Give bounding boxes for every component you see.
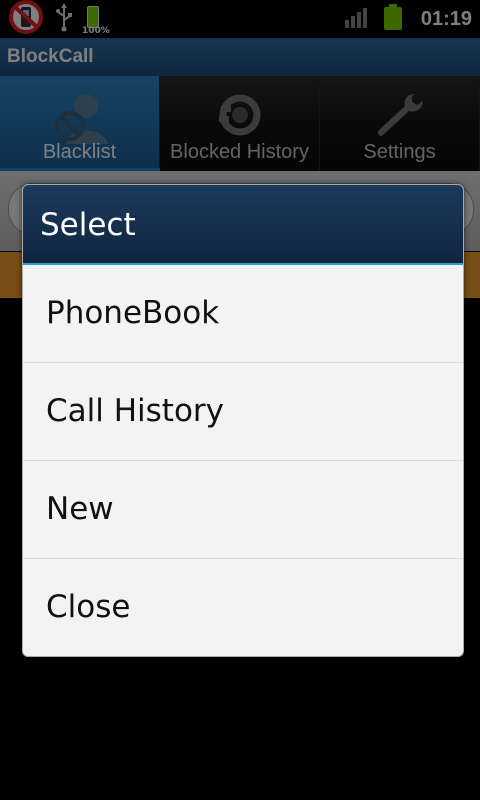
dialog-item-phonebook[interactable]: PhoneBook: [23, 265, 463, 363]
dialog-item-new[interactable]: New: [23, 461, 463, 559]
dialog-item-close[interactable]: Close: [23, 559, 463, 656]
dialog-item-call-history[interactable]: Call History: [23, 363, 463, 461]
select-dialog: Select PhoneBook Call History New Close: [22, 184, 464, 657]
dialog-title: Select: [23, 185, 463, 265]
